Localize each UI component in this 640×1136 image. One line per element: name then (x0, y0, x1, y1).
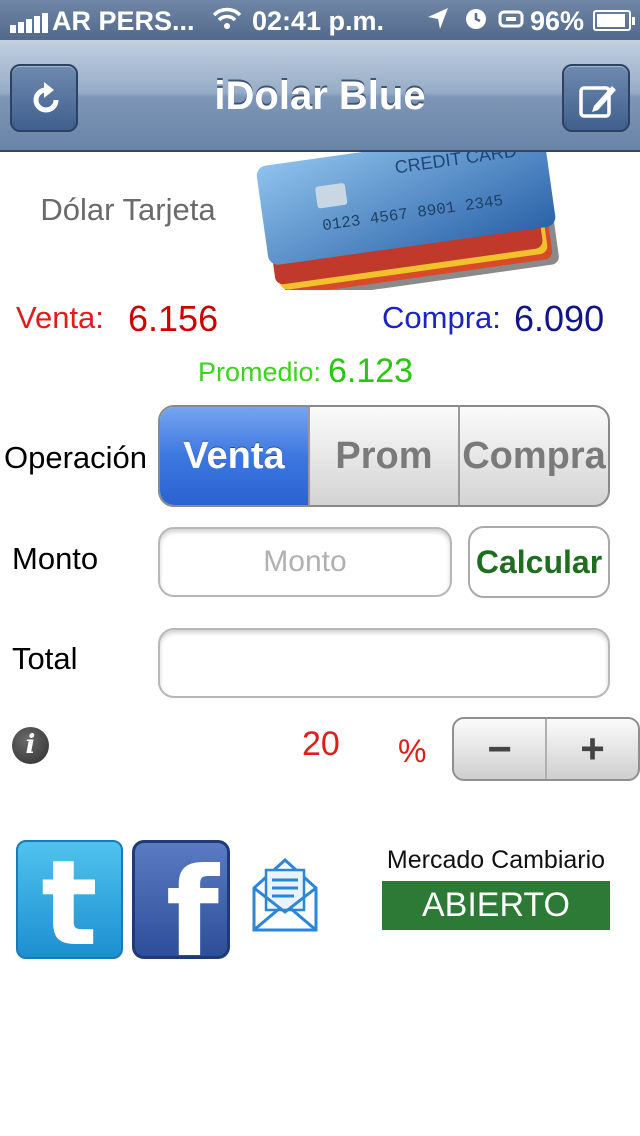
status-time: 02:41 p.m. (252, 6, 385, 36)
battery-icon (593, 10, 635, 31)
sync-icon (497, 6, 525, 39)
edit-button[interactable] (562, 64, 630, 132)
mail-icon[interactable] (250, 854, 320, 939)
status-bar: AR PERS... 02:41 p.m. 96% (0, 0, 640, 40)
twitter-icon[interactable]: t (16, 840, 123, 964)
market-status-badge: ABIERTO (382, 881, 610, 930)
info-icon[interactable]: i (12, 727, 49, 764)
battery-percent: 96% (530, 6, 585, 36)
promedio-label: Promedio: (198, 357, 322, 387)
percent-stepper: − + (452, 717, 640, 781)
carrier-name: AR PERS... (52, 6, 195, 36)
location-icon (426, 6, 450, 39)
dolar-type-label: Dólar Tarjeta (40, 192, 216, 227)
monto-input[interactable]: Monto (158, 527, 452, 597)
calcular-button[interactable]: Calcular (468, 526, 610, 598)
edit-icon (579, 86, 616, 118)
percent-sign: % (398, 733, 427, 769)
wifi-icon (212, 6, 242, 37)
total-label: Total (12, 641, 78, 676)
segment-venta[interactable]: Venta (160, 407, 308, 505)
percent-value: 20 (302, 725, 340, 763)
segment-compra[interactable]: Compra (458, 407, 608, 505)
refresh-icon (33, 82, 59, 113)
credit-cards-image: CREDIT CARD 0123 4567 8901 2345 (240, 152, 640, 290)
facebook-icon[interactable]: f (132, 840, 230, 959)
mercado-cambiario-label: Mercado Cambiario (386, 846, 606, 874)
stepper-minus-button[interactable]: − (454, 719, 545, 779)
operacion-label: Operación (4, 440, 148, 475)
monto-label: Monto (12, 541, 99, 576)
compra-label: Compra: (382, 300, 501, 335)
venta-label: Venta: (16, 300, 104, 335)
promedio-value: 6.123 (328, 352, 414, 390)
signal-icon (10, 13, 48, 33)
segment-prom[interactable]: Prom (308, 407, 458, 505)
stepper-plus-button[interactable]: + (545, 719, 638, 779)
alarm-icon (464, 6, 488, 39)
operation-segmented-control: Venta Prom Compra (158, 405, 610, 507)
total-field[interactable] (158, 628, 610, 698)
compra-value: 6.090 (514, 298, 605, 339)
app-title: iDolar Blue (214, 74, 426, 118)
venta-value: 6.156 (128, 298, 219, 339)
refresh-button[interactable] (10, 64, 78, 132)
nav-bar: iDolar Blue (0, 40, 640, 152)
